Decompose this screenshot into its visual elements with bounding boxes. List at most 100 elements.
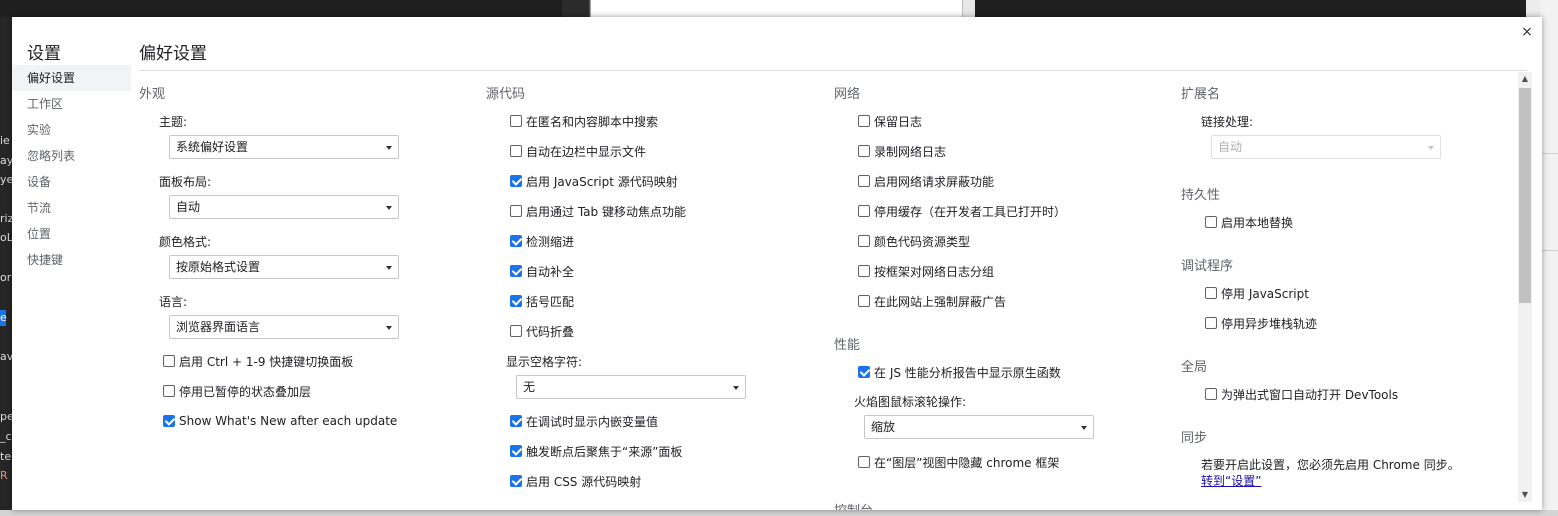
preferences-content: 外观 主题: 系统偏好设置 面板布局: 自动 颜色格式: 按原始格式设置 语言:… [12, 72, 1517, 510]
checkbox-label: 颜色代码资源类型 [874, 234, 971, 249]
checkbox-request-blocking[interactable]: 启用网络请求屏蔽功能 [858, 173, 994, 189]
checkbox-focus-sources-on-breakpoint[interactable]: 触发断点后聚焦于“来源”面板 [510, 443, 682, 459]
chevron-down-icon [1428, 146, 1434, 150]
checkbox-icon [858, 175, 870, 187]
flamechart-wheel-select[interactable]: 缩放 [864, 415, 1094, 439]
checkbox-icon [163, 355, 175, 367]
checkbox-auto-reveal-file[interactable]: 自动在边栏中显示文件 [510, 143, 646, 159]
checkbox-bracket-matching[interactable]: 括号匹配 [510, 293, 574, 309]
checkbox-icon [510, 295, 522, 307]
flamechart-select-value: 缩放 [871, 420, 896, 434]
checkbox-autocompletion[interactable]: 自动补全 [510, 263, 574, 279]
checkbox-hide-chrome-frame[interactable]: 在“图层”视图中隐藏 chrome 框架 [858, 454, 1059, 470]
checkbox-icon [510, 475, 522, 487]
section-title-console-cut: 控制台 [834, 500, 873, 510]
section-title-persistence: 持久性 [1181, 188, 1221, 203]
checkbox-label: 触发断点后聚焦于“来源”面板 [526, 444, 683, 459]
checkbox-disable-async-stack[interactable]: 停用异步堆栈轨迹 [1205, 315, 1317, 331]
checkbox-label: 停用已暂停的状态叠加层 [179, 384, 312, 399]
checkbox-show-whats-new[interactable]: Show What's New after each update [163, 413, 397, 429]
close-button[interactable]: × [1520, 25, 1534, 39]
link-handling-select[interactable]: 自动 [1211, 135, 1441, 159]
background-text: or [0, 271, 12, 284]
checkbox-label: 为弹出式窗口自动打开 DevTools [1221, 387, 1399, 402]
checkbox-tab-moves-focus[interactable]: 启用通过 Tab 键移动焦点功能 [510, 203, 686, 219]
link-handling-select-value: 自动 [1218, 140, 1243, 154]
checkbox-local-overrides[interactable]: 启用本地替换 [1205, 214, 1293, 230]
checkbox-icon [858, 235, 870, 247]
checkbox-color-code-resource-types[interactable]: 颜色代码资源类型 [858, 233, 970, 249]
checkbox-label: 启用 JavaScript 源代码映射 [526, 174, 678, 189]
checkbox-disable-javascript[interactable]: 停用 JavaScript [1205, 285, 1309, 301]
background-text: e [0, 311, 7, 324]
checkbox-auto-open-devtools-popups[interactable]: 为弹出式窗口自动打开 DevTools [1205, 386, 1398, 402]
checkbox-label: 检测缩进 [526, 234, 575, 249]
theme-select[interactable]: 系统偏好设置 [169, 135, 399, 159]
checkbox-icon [858, 456, 870, 468]
checkbox-icon [858, 295, 870, 307]
section-title-extensions: 扩展名 [1181, 87, 1221, 102]
checkbox-icon [510, 325, 522, 337]
checkbox-disable-cache[interactable]: 停用缓存（在开发者工具已打开时） [858, 203, 1066, 219]
checkbox-label: 保留日志 [874, 114, 923, 129]
checkbox-record-network-log[interactable]: 录制网络日志 [858, 143, 946, 159]
checkbox-js-source-maps[interactable]: 启用 JavaScript 源代码映射 [510, 173, 678, 189]
panel-layout-select-value: 自动 [176, 200, 201, 214]
checkbox-label: 启用 Ctrl + 1-9 快捷键切换面板 [179, 354, 354, 369]
chevron-down-icon [386, 146, 392, 150]
panel-layout-label: 面板布局: [159, 175, 212, 189]
checkbox-icon [510, 205, 522, 217]
scroll-down-arrow-icon[interactable]: ▼ [1518, 488, 1532, 502]
go-to-settings-link[interactable]: 转到“设置” [1201, 472, 1261, 489]
checkbox-ctrl-shortcut[interactable]: 启用 Ctrl + 1-9 快捷键切换面板 [163, 353, 353, 369]
checkbox-search-anonymous-scripts[interactable]: 在匿名和内容脚本中搜索 [510, 113, 658, 129]
checkbox-preserve-log[interactable]: 保留日志 [858, 113, 922, 129]
checkbox-label: Show What's New after each update [179, 414, 398, 428]
checkbox-code-folding[interactable]: 代码折叠 [510, 323, 574, 339]
checkbox-show-native-functions[interactable]: 在 JS 性能分析报告中显示原生函数 [858, 364, 1061, 380]
checkbox-label: 启用 CSS 源代码映射 [526, 474, 642, 489]
checkbox-label: 启用网络请求屏蔽功能 [874, 174, 995, 189]
color-format-label: 颜色格式: [159, 235, 212, 249]
content-scrollbar[interactable]: ▲ ▼ [1518, 72, 1532, 502]
checkbox-label: 停用 JavaScript [1221, 286, 1309, 301]
checkbox-icon [510, 235, 522, 247]
color-format-select[interactable]: 按原始格式设置 [169, 255, 399, 279]
chevron-down-icon [386, 266, 392, 270]
checkbox-label: 在“图层”视图中隐藏 chrome 框架 [874, 455, 1060, 470]
background-pane-dark [562, 0, 590, 17]
checkbox-detect-indentation[interactable]: 检测缩进 [510, 233, 574, 249]
background-pane-light [590, 0, 975, 17]
theme-select-value: 系统偏好设置 [176, 140, 249, 154]
checkbox-css-source-maps[interactable]: 启用 CSS 源代码映射 [510, 473, 641, 489]
checkbox-label: 代码折叠 [526, 324, 575, 339]
checkbox-group-by-frame[interactable]: 按框架对网络日志分组 [858, 263, 994, 279]
checkbox-label: 在此网站上强制屏蔽广告 [874, 294, 1007, 309]
checkbox-force-ad-blocking[interactable]: 在此网站上强制屏蔽广告 [858, 293, 1006, 309]
sync-description: 若要开启此设置，您必须先启用 Chrome 同步。 [1201, 458, 1460, 472]
scrollbar-thumb[interactable] [1519, 88, 1531, 303]
checkbox-icon [510, 145, 522, 157]
scroll-up-arrow-icon[interactable]: ▲ [1518, 72, 1532, 86]
checkbox-icon [163, 385, 175, 397]
color-format-select-value: 按原始格式设置 [176, 260, 261, 274]
language-select-value: 浏览器界面语言 [176, 320, 261, 334]
background-right-panel [1540, 0, 1558, 516]
whitespace-select[interactable]: 无 [516, 375, 746, 399]
background-text: ave [0, 350, 12, 363]
section-title-performance: 性能 [834, 338, 861, 353]
language-select[interactable]: 浏览器界面语言 [169, 315, 399, 339]
chevron-down-icon [386, 326, 392, 330]
background-window-strip [0, 0, 1558, 17]
checkbox-icon [1205, 388, 1217, 400]
background-scrollbar [962, 0, 975, 17]
checkbox-disable-paused-overlay[interactable]: 停用已暂停的状态叠加层 [163, 383, 311, 399]
background-text: _c [0, 430, 12, 443]
page-title: 偏好设置 [139, 44, 207, 64]
checkbox-inline-variable-values[interactable]: 在调试时显示内嵌变量值 [510, 413, 658, 429]
panel-layout-select[interactable]: 自动 [169, 195, 399, 219]
link-handling-label: 链接处理: [1201, 115, 1254, 129]
background-scrollbar-right [1526, 0, 1540, 17]
background-text: riz [0, 212, 12, 225]
background-text: ter [0, 450, 12, 463]
